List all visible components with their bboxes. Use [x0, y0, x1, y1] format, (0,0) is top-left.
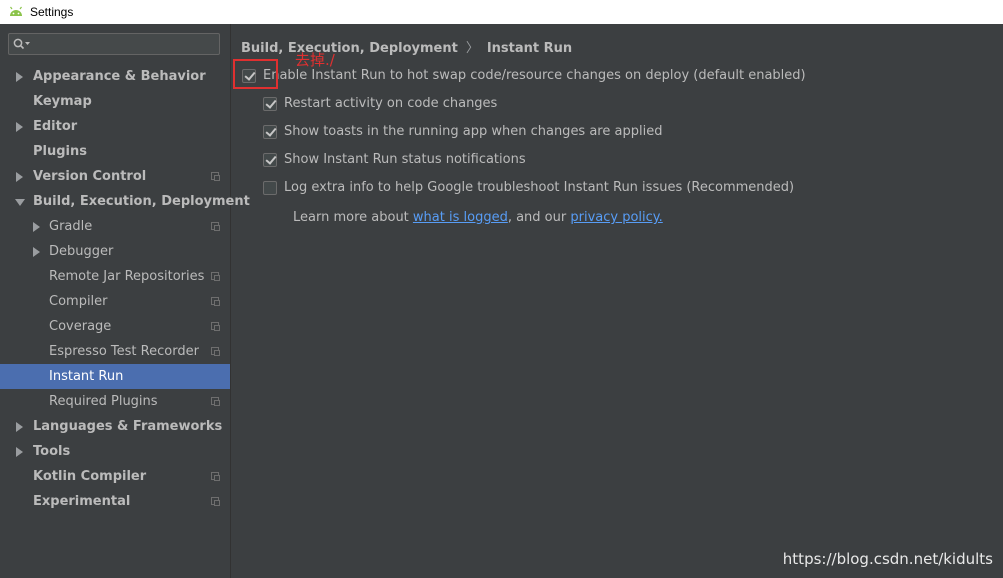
project-scope-icon [211, 222, 220, 231]
project-scope-icon [211, 172, 220, 181]
option-log-extra-info[interactable]: Log extra info to help Google troublesho… [263, 180, 794, 195]
annotation-text: 去掉./ [295, 51, 335, 69]
project-scope-icon [211, 472, 220, 481]
project-scope-icon [211, 272, 220, 281]
learn-more-middle: , and our [507, 210, 567, 225]
option-label: Restart activity on code changes [284, 96, 498, 111]
sidebar-item-label: Editor [33, 119, 78, 134]
sidebar-item-label: Gradle [49, 219, 93, 234]
option-status-notifications[interactable]: Show Instant Run status notifications [263, 152, 526, 167]
sidebar-item-label: Instant Run [49, 369, 124, 384]
sidebar-item-label: Keymap [33, 94, 92, 109]
settings-sidebar: Appearance & Behavior Keymap Editor Plugins… [0, 24, 250, 578]
sidebar-item[interactable]: Languages & Frameworks [0, 414, 230, 439]
sidebar-item-label: Build, Execution, Deployment [33, 194, 250, 209]
sidebar-item[interactable]: Version Control [0, 164, 230, 189]
sidebar-item-label: Coverage [49, 319, 112, 334]
breadcrumb-current: Instant Run [486, 41, 573, 56]
sidebar-item[interactable]: Instant Run [0, 364, 230, 389]
sidebar-item[interactable]: Debugger [0, 239, 230, 264]
learn-more-prefix: Learn more about [293, 210, 409, 225]
breadcrumb: Build, Execution, Deployment 〉 Instant Run [241, 37, 572, 56]
sidebar-item-label: Version Control [33, 169, 147, 184]
option-restart-activity[interactable]: Restart activity on code changes [263, 96, 497, 111]
checkbox-restart-activity[interactable] [263, 96, 277, 111]
sidebar-item-label: Languages & Frameworks [33, 419, 223, 434]
search-icon[interactable] [13, 38, 31, 50]
option-enable-instant-run[interactable]: Enable Instant Run to hot swap code/reso… [242, 68, 806, 83]
window-title: Settings [30, 5, 74, 19]
option-label: Enable Instant Run to hot swap code/reso… [263, 68, 806, 83]
sidebar-item-label: Experimental [33, 494, 131, 509]
privacy-policy-link[interactable]: privacy policy. [570, 210, 662, 225]
sidebar-item[interactable]: Experimental [0, 489, 230, 514]
sidebar-item[interactable]: Compiler [0, 289, 230, 314]
option-label: Log extra info to help Google troublesho… [284, 180, 795, 195]
checkbox-show-toasts[interactable] [263, 124, 277, 139]
expanded-arrow-icon[interactable] [15, 199, 25, 206]
sidebar-item[interactable]: Plugins [0, 139, 230, 164]
collapsed-arrow-icon[interactable] [16, 422, 23, 432]
project-scope-icon [211, 297, 220, 306]
sidebar-item[interactable]: Remote Jar Repositories [0, 264, 230, 289]
sidebar-item[interactable]: Required Plugins [0, 389, 230, 414]
sidebar-item-label: Kotlin Compiler [33, 469, 147, 484]
collapsed-arrow-icon[interactable] [16, 72, 23, 82]
collapsed-arrow-icon[interactable] [33, 247, 40, 257]
collapsed-arrow-icon[interactable] [16, 122, 23, 132]
breadcrumb-separator: 〉 [465, 41, 479, 56]
annotation-highlight-box [233, 59, 278, 89]
checkbox-log-extra-info[interactable] [263, 180, 277, 195]
sidebar-item[interactable]: Tools [0, 439, 230, 464]
search-box[interactable] [8, 33, 220, 55]
project-scope-icon [211, 397, 220, 406]
option-label: Show Instant Run status notifications [284, 152, 526, 167]
search-input[interactable] [31, 35, 219, 53]
learn-more-text: Learn more about what is logged, and our… [293, 210, 663, 225]
watermark: https://blog.csdn.net/kidults [782, 550, 993, 568]
option-label: Show toasts in the running app when chan… [284, 124, 663, 139]
sidebar-item-label: Plugins [33, 144, 87, 159]
project-scope-icon [211, 347, 220, 356]
what-is-logged-link[interactable]: what is logged [413, 210, 508, 225]
collapsed-arrow-icon[interactable] [16, 172, 23, 182]
sidebar-item[interactable]: Build, Execution, Deployment [0, 189, 250, 214]
sidebar-item[interactable]: Keymap [0, 89, 230, 114]
breadcrumb-parent[interactable]: Build, Execution, Deployment [241, 41, 458, 56]
checkbox-status-notifications[interactable] [263, 152, 277, 167]
sidebar-item-label: Compiler [49, 294, 108, 309]
title-bar: Settings [0, 0, 1003, 24]
settings-content: Build, Execution, Deployment 〉 Instant Run… [231, 24, 1003, 578]
settings-tree: Appearance & Behavior Keymap Editor Plugins… [0, 64, 250, 514]
collapsed-arrow-icon[interactable] [16, 447, 23, 457]
sidebar-item[interactable]: Kotlin Compiler [0, 464, 230, 489]
sidebar-item-label: Required Plugins [49, 394, 158, 409]
sidebar-item-label: Espresso Test Recorder [49, 344, 199, 359]
sidebar-item-label: Debugger [49, 244, 114, 259]
sidebar-item[interactable]: Espresso Test Recorder [0, 339, 230, 364]
sidebar-item[interactable]: Gradle [0, 214, 230, 239]
sidebar-item-label: Remote Jar Repositories [49, 269, 205, 284]
sidebar-item-label: Appearance & Behavior [33, 69, 206, 84]
project-scope-icon [211, 322, 220, 331]
android-icon [10, 6, 22, 16]
collapsed-arrow-icon[interactable] [33, 222, 40, 232]
sidebar-item[interactable]: Editor [0, 114, 230, 139]
sidebar-item[interactable]: Appearance & Behavior [0, 64, 230, 89]
sidebar-item[interactable]: Coverage [0, 314, 230, 339]
project-scope-icon [211, 497, 220, 506]
option-show-toasts[interactable]: Show toasts in the running app when chan… [263, 124, 662, 139]
sidebar-item-label: Tools [33, 444, 71, 459]
